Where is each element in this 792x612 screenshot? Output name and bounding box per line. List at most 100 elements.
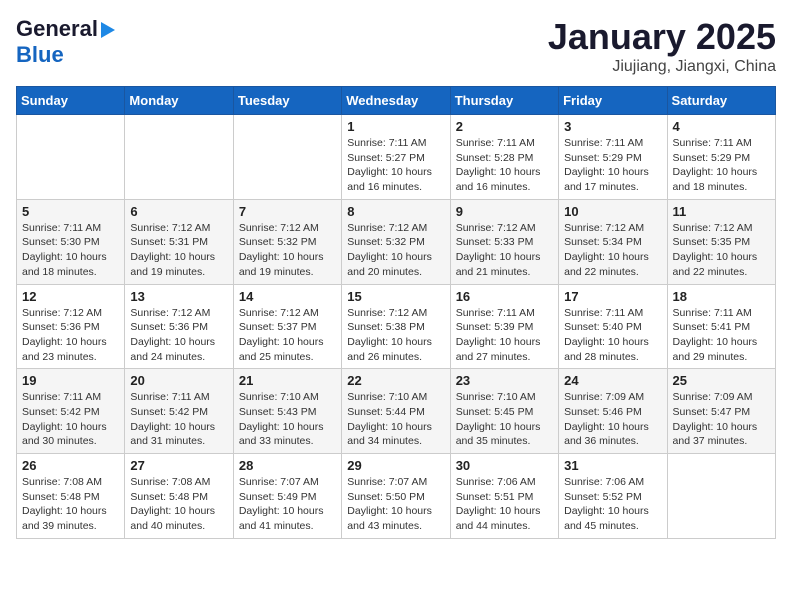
calendar-cell xyxy=(125,115,233,200)
day-number: 27 xyxy=(130,458,227,473)
day-info: Sunrise: 7:08 AM Sunset: 5:48 PM Dayligh… xyxy=(22,475,119,534)
day-info: Sunrise: 7:07 AM Sunset: 5:49 PM Dayligh… xyxy=(239,475,336,534)
calendar-cell: 23 Sunrise: 7:10 AM Sunset: 5:45 PM Dayli… xyxy=(450,369,558,454)
calendar-cell: 3 Sunrise: 7:11 AM Sunset: 5:29 PM Daylig… xyxy=(559,115,667,200)
day-number: 11 xyxy=(673,204,770,219)
day-info: Sunrise: 7:11 AM Sunset: 5:30 PM Dayligh… xyxy=(22,221,119,280)
weekday-header-friday: Friday xyxy=(559,87,667,115)
weekday-header-saturday: Saturday xyxy=(667,87,775,115)
day-info: Sunrise: 7:12 AM Sunset: 5:36 PM Dayligh… xyxy=(22,306,119,365)
calendar-week-row: 12 Sunrise: 7:12 AM Sunset: 5:36 PM Dayli… xyxy=(17,284,776,369)
day-number: 22 xyxy=(347,373,444,388)
day-info: Sunrise: 7:11 AM Sunset: 5:41 PM Dayligh… xyxy=(673,306,770,365)
calendar-cell: 29 Sunrise: 7:07 AM Sunset: 5:50 PM Dayli… xyxy=(342,454,450,539)
calendar-week-row: 19 Sunrise: 7:11 AM Sunset: 5:42 PM Dayli… xyxy=(17,369,776,454)
day-number: 9 xyxy=(456,204,553,219)
day-number: 13 xyxy=(130,289,227,304)
calendar-cell: 14Sunrise: 7:12 AM Sunset: 5:37 PM Dayli… xyxy=(233,284,341,369)
day-info: Sunrise: 7:08 AM Sunset: 5:48 PM Dayligh… xyxy=(130,475,227,534)
day-info: Sunrise: 7:12 AM Sunset: 5:35 PM Dayligh… xyxy=(673,221,770,280)
day-info: Sunrise: 7:11 AM Sunset: 5:29 PM Dayligh… xyxy=(564,136,661,195)
day-info: Sunrise: 7:10 AM Sunset: 5:43 PM Dayligh… xyxy=(239,390,336,449)
day-number: 10 xyxy=(564,204,661,219)
weekday-header-tuesday: Tuesday xyxy=(233,87,341,115)
calendar-cell: 18 Sunrise: 7:11 AM Sunset: 5:41 PM Dayli… xyxy=(667,284,775,369)
day-info: Sunrise: 7:12 AM Sunset: 5:34 PM Dayligh… xyxy=(564,221,661,280)
day-info: Sunrise: 7:10 AM Sunset: 5:44 PM Dayligh… xyxy=(347,390,444,449)
day-number: 19 xyxy=(22,373,119,388)
calendar-cell: 7Sunrise: 7:12 AM Sunset: 5:32 PM Daylig… xyxy=(233,199,341,284)
day-number: 16 xyxy=(456,289,553,304)
calendar-week-row: 5 Sunrise: 7:11 AM Sunset: 5:30 PM Daylig… xyxy=(17,199,776,284)
day-number: 17 xyxy=(564,289,661,304)
calendar-cell: 28 Sunrise: 7:07 AM Sunset: 5:49 PM Dayli… xyxy=(233,454,341,539)
location-subtitle: Jiujiang, Jiangxi, China xyxy=(548,58,776,76)
calendar-cell: 12 Sunrise: 7:12 AM Sunset: 5:36 PM Dayli… xyxy=(17,284,125,369)
calendar-cell: 17Sunrise: 7:11 AM Sunset: 5:40 PM Dayli… xyxy=(559,284,667,369)
calendar-cell: 5 Sunrise: 7:11 AM Sunset: 5:30 PM Daylig… xyxy=(17,199,125,284)
day-number: 12 xyxy=(22,289,119,304)
calendar-table: SundayMondayTuesdayWednesdayThursdayFrid… xyxy=(16,86,776,539)
day-number: 5 xyxy=(22,204,119,219)
title-section: January 2025 Jiujiang, Jiangxi, China xyxy=(548,16,776,76)
day-info: Sunrise: 7:11 AM Sunset: 5:27 PM Dayligh… xyxy=(347,136,444,195)
day-number: 1 xyxy=(347,119,444,134)
weekday-header-row: SundayMondayTuesdayWednesdayThursdayFrid… xyxy=(17,87,776,115)
day-info: Sunrise: 7:12 AM Sunset: 5:37 PM Dayligh… xyxy=(239,306,336,365)
calendar-cell: 4 Sunrise: 7:11 AM Sunset: 5:29 PM Daylig… xyxy=(667,115,775,200)
calendar-cell: 10 Sunrise: 7:12 AM Sunset: 5:34 PM Dayli… xyxy=(559,199,667,284)
page-header: General Blue January 2025 Jiujiang, Jian… xyxy=(16,16,776,76)
calendar-cell: 16Sunrise: 7:11 AM Sunset: 5:39 PM Dayli… xyxy=(450,284,558,369)
day-number: 3 xyxy=(564,119,661,134)
logo: General Blue xyxy=(16,16,115,68)
day-info: Sunrise: 7:07 AM Sunset: 5:50 PM Dayligh… xyxy=(347,475,444,534)
day-number: 21 xyxy=(239,373,336,388)
day-info: Sunrise: 7:09 AM Sunset: 5:46 PM Dayligh… xyxy=(564,390,661,449)
day-number: 20 xyxy=(130,373,227,388)
day-number: 28 xyxy=(239,458,336,473)
logo-general: General xyxy=(16,16,98,42)
calendar-cell: 24Sunrise: 7:09 AM Sunset: 5:46 PM Dayli… xyxy=(559,369,667,454)
calendar-cell xyxy=(17,115,125,200)
weekday-header-monday: Monday xyxy=(125,87,233,115)
day-number: 23 xyxy=(456,373,553,388)
day-info: Sunrise: 7:10 AM Sunset: 5:45 PM Dayligh… xyxy=(456,390,553,449)
day-info: Sunrise: 7:11 AM Sunset: 5:42 PM Dayligh… xyxy=(130,390,227,449)
day-info: Sunrise: 7:12 AM Sunset: 5:38 PM Dayligh… xyxy=(347,306,444,365)
calendar-cell: 27 Sunrise: 7:08 AM Sunset: 5:48 PM Dayli… xyxy=(125,454,233,539)
calendar-cell: 9Sunrise: 7:12 AM Sunset: 5:33 PM Daylig… xyxy=(450,199,558,284)
day-info: Sunrise: 7:06 AM Sunset: 5:51 PM Dayligh… xyxy=(456,475,553,534)
calendar-cell: 1 Sunrise: 7:11 AM Sunset: 5:27 PM Daylig… xyxy=(342,115,450,200)
day-number: 29 xyxy=(347,458,444,473)
calendar-cell xyxy=(667,454,775,539)
day-number: 26 xyxy=(22,458,119,473)
calendar-cell: 11 Sunrise: 7:12 AM Sunset: 5:35 PM Dayli… xyxy=(667,199,775,284)
weekday-header-thursday: Thursday xyxy=(450,87,558,115)
day-info: Sunrise: 7:11 AM Sunset: 5:28 PM Dayligh… xyxy=(456,136,553,195)
day-info: Sunrise: 7:12 AM Sunset: 5:32 PM Dayligh… xyxy=(347,221,444,280)
calendar-cell: 15 Sunrise: 7:12 AM Sunset: 5:38 PM Dayli… xyxy=(342,284,450,369)
day-info: Sunrise: 7:11 AM Sunset: 5:42 PM Dayligh… xyxy=(22,390,119,449)
logo-blue: Blue xyxy=(16,42,64,68)
calendar-cell xyxy=(233,115,341,200)
calendar-cell: 6Sunrise: 7:12 AM Sunset: 5:31 PM Daylig… xyxy=(125,199,233,284)
day-number: 6 xyxy=(130,204,227,219)
calendar-cell: 19 Sunrise: 7:11 AM Sunset: 5:42 PM Dayli… xyxy=(17,369,125,454)
calendar-cell: 20 Sunrise: 7:11 AM Sunset: 5:42 PM Dayli… xyxy=(125,369,233,454)
weekday-header-sunday: Sunday xyxy=(17,87,125,115)
day-info: Sunrise: 7:11 AM Sunset: 5:29 PM Dayligh… xyxy=(673,136,770,195)
calendar-cell: 21 Sunrise: 7:10 AM Sunset: 5:43 PM Dayli… xyxy=(233,369,341,454)
calendar-cell: 13Sunrise: 7:12 AM Sunset: 5:36 PM Dayli… xyxy=(125,284,233,369)
day-number: 8 xyxy=(347,204,444,219)
day-number: 18 xyxy=(673,289,770,304)
logo-arrow-icon xyxy=(101,22,115,38)
day-info: Sunrise: 7:06 AM Sunset: 5:52 PM Dayligh… xyxy=(564,475,661,534)
day-number: 4 xyxy=(673,119,770,134)
day-number: 2 xyxy=(456,119,553,134)
weekday-header-wednesday: Wednesday xyxy=(342,87,450,115)
calendar-cell: 30Sunrise: 7:06 AM Sunset: 5:51 PM Dayli… xyxy=(450,454,558,539)
day-number: 25 xyxy=(673,373,770,388)
calendar-week-row: 26 Sunrise: 7:08 AM Sunset: 5:48 PM Dayli… xyxy=(17,454,776,539)
calendar-cell: 22 Sunrise: 7:10 AM Sunset: 5:44 PM Dayli… xyxy=(342,369,450,454)
day-number: 15 xyxy=(347,289,444,304)
